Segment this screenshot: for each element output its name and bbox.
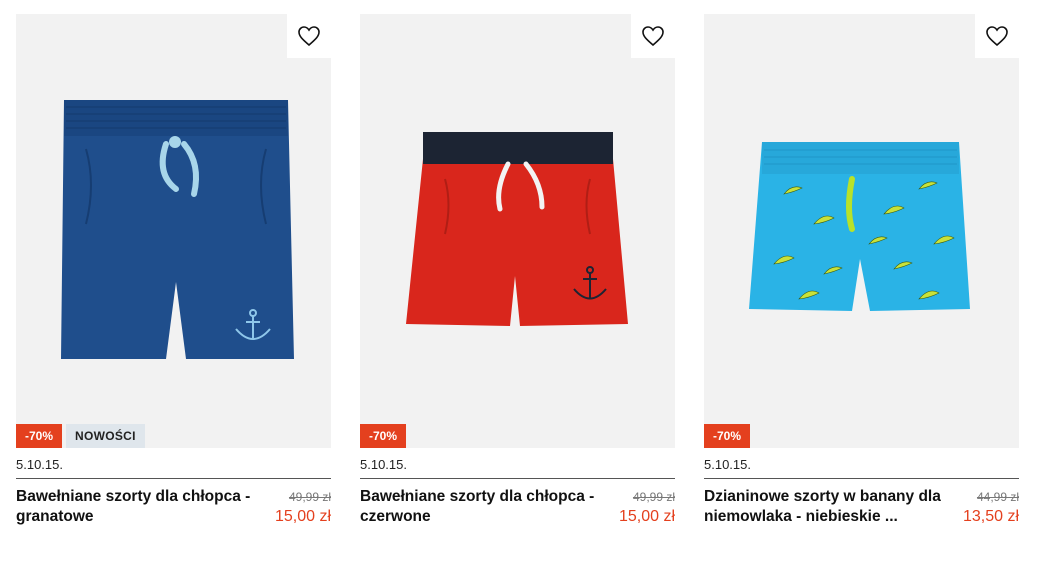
- product-badges: -70% NOWOŚCI: [16, 424, 145, 448]
- sale-price: 13,50 zł: [962, 508, 1019, 525]
- old-price: 49,99 zł: [632, 490, 675, 504]
- product-title[interactable]: Bawełniane szorty dla chłopca - czerwone: [360, 487, 610, 527]
- product-image-area[interactable]: -70%: [360, 14, 675, 448]
- product-card[interactable]: -70% NOWOŚCI 5.10.15. Bawełniane szorty …: [16, 14, 331, 527]
- product-image-red-shorts[interactable]: [360, 14, 675, 448]
- heart-icon: [298, 26, 320, 47]
- product-image-area[interactable]: -70% NOWOŚCI: [16, 14, 331, 448]
- product-title[interactable]: Dzianinowe szorty w banany dla niemowlak…: [704, 487, 954, 527]
- product-grid: -70% NOWOŚCI 5.10.15. Bawełniane szorty …: [16, 14, 1019, 527]
- price-block: 49,99 zł 15,00 zł: [610, 487, 675, 527]
- product-image-area[interactable]: -70%: [704, 14, 1019, 448]
- product-info: Bawełniane szorty dla chłopca - granatow…: [16, 487, 331, 527]
- favorite-button[interactable]: [287, 14, 331, 58]
- available-sizes: 5.10.15.: [360, 448, 675, 479]
- product-info: Bawełniane szorty dla chłopca - czerwone…: [360, 487, 675, 527]
- discount-badge: -70%: [16, 424, 63, 448]
- heart-icon: [642, 26, 664, 47]
- old-price: 49,99 zł: [288, 490, 331, 504]
- favorite-button[interactable]: [975, 14, 1019, 58]
- old-price: 44,99 zł: [976, 490, 1019, 504]
- product-card[interactable]: -70% 5.10.15. Dzianinowe szorty w banany…: [704, 14, 1019, 527]
- product-image-banana-shorts[interactable]: [704, 14, 1019, 448]
- sale-price: 15,00 zł: [274, 508, 331, 525]
- product-image-navy-shorts[interactable]: [16, 14, 331, 448]
- new-badge: NOWOŚCI: [66, 424, 145, 448]
- heart-icon: [986, 26, 1008, 47]
- product-title[interactable]: Bawełniane szorty dla chłopca - granatow…: [16, 487, 266, 527]
- price-block: 49,99 zł 15,00 zł: [266, 487, 331, 527]
- favorite-button[interactable]: [631, 14, 675, 58]
- product-badges: -70%: [360, 424, 407, 448]
- price-block: 44,99 zł 13,50 zł: [954, 487, 1019, 527]
- product-badges: -70%: [704, 424, 751, 448]
- product-card[interactable]: -70% 5.10.15. Bawełniane szorty dla chło…: [360, 14, 675, 527]
- sale-price: 15,00 zł: [618, 508, 675, 525]
- available-sizes: 5.10.15.: [16, 448, 331, 479]
- available-sizes: 5.10.15.: [704, 448, 1019, 479]
- discount-badge: -70%: [360, 424, 407, 448]
- product-info: Dzianinowe szorty w banany dla niemowlak…: [704, 487, 1019, 527]
- discount-badge: -70%: [704, 424, 751, 448]
